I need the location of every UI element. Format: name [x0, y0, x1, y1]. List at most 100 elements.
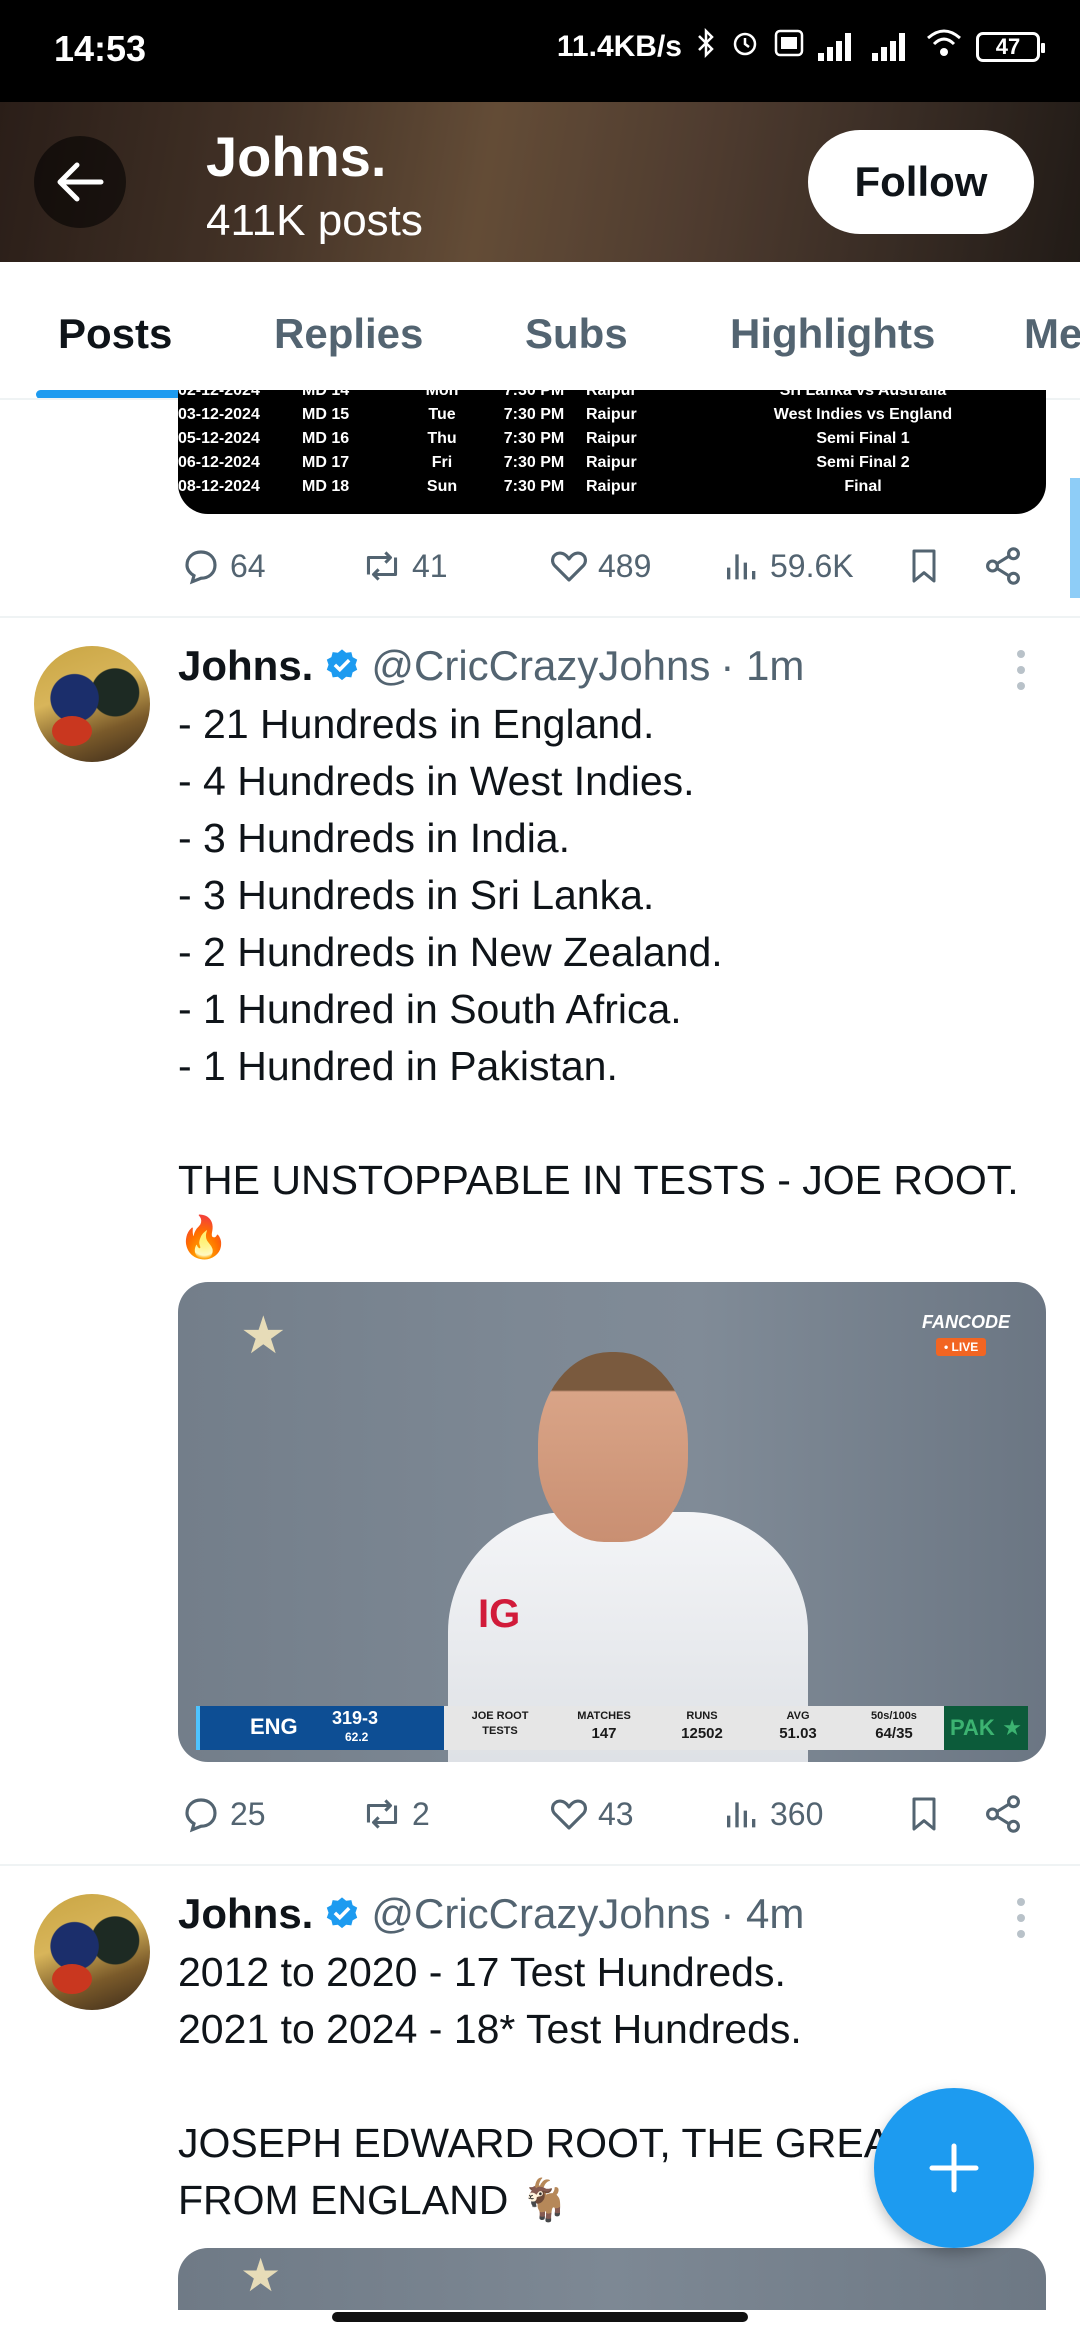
profile-name: Johns.: [206, 125, 387, 188]
divider: [0, 616, 1080, 618]
table-cell: Mon: [425, 390, 459, 399]
reply-count: 64: [230, 547, 266, 584]
bookmark-icon: [912, 1797, 936, 1831]
share-button[interactable]: [982, 536, 1024, 596]
author-handle[interactable]: @CricCrazyJohns: [371, 1890, 710, 1938]
tweet-header: Johns. @CricCrazyJohns · 1m: [178, 638, 804, 694]
profile-tabs: Posts Replies Subs Highlights Me: [0, 262, 1080, 400]
bar-chart-icon: [727, 554, 756, 580]
reply-button[interactable]: 25: [180, 1784, 266, 1844]
table-cell: 03-12-2024: [178, 406, 260, 423]
tab-posts[interactable]: Posts: [58, 310, 172, 358]
reply-count: 25: [230, 1795, 266, 1832]
table-cell: Raipur: [586, 390, 637, 399]
opponent-name: PAK: [950, 1715, 995, 1740]
stat-label: JOE ROOT: [471, 1710, 529, 1722]
bookmark-button[interactable]: [904, 1784, 944, 1844]
table-cell: Raipur: [586, 478, 637, 495]
stat-label: 50s/100s: [871, 1710, 917, 1722]
repost-button[interactable]: 41: [360, 536, 448, 596]
bookmark-button[interactable]: [904, 536, 944, 596]
author-name[interactable]: Johns.: [178, 1890, 313, 1938]
reply-button[interactable]: 64: [180, 536, 266, 596]
table-cell: 7:30 PM: [503, 454, 565, 471]
tweet-media[interactable]: ★: [178, 2248, 1046, 2310]
tab-indicator: [36, 390, 196, 398]
views-count: 59.6K: [770, 547, 854, 584]
avatar[interactable]: [34, 1894, 150, 2010]
bluetooth-icon: [696, 27, 716, 66]
wifi-icon: [926, 28, 962, 66]
verified-badge-icon: [327, 1897, 358, 1929]
more-options-button[interactable]: [1014, 650, 1028, 690]
table-cell: MD 17: [302, 454, 350, 471]
signal-2-icon: [872, 33, 912, 61]
tab-replies[interactable]: Replies: [274, 310, 423, 358]
share-button[interactable]: [982, 1784, 1024, 1844]
repost-count: 2: [412, 1795, 430, 1832]
author-name[interactable]: Johns.: [178, 642, 313, 690]
table-cell: Fri: [431, 454, 453, 471]
table-cell: MD 14: [302, 390, 350, 399]
avatar[interactable]: [34, 646, 150, 762]
schedule-image[interactable]: 02-12-2024 MD 14 Mon 7:30 PM Raipur Sri Lanka…: [178, 390, 1046, 514]
stat-value: 12502: [681, 1725, 723, 1742]
post1-actions: 64 41 489 59.6K: [178, 536, 1038, 596]
team-score: 319-3: [332, 1708, 379, 1728]
comment-icon: [185, 550, 217, 585]
shirt-logo: IG: [478, 1592, 521, 1636]
signal-1-icon: [818, 33, 858, 61]
views-button[interactable]: 360: [722, 1784, 823, 1844]
table-cell: Sun: [426, 478, 458, 495]
table-cell: Raipur: [586, 406, 637, 423]
bookmark-icon: [912, 549, 936, 583]
table-row: 03-12-2024 MD 15 Tue 7:30 PM Raipur West Indi…: [178, 406, 1046, 430]
table-cell: 7:30 PM: [503, 430, 565, 447]
repost-icon: [366, 1799, 398, 1829]
compose-button[interactable]: [874, 2088, 1034, 2248]
pakistan-star-logo: ★: [240, 2249, 282, 2301]
tweet-header: Johns. @CricCrazyJohns · 4m: [178, 1886, 804, 1942]
plus-icon: [929, 2143, 979, 2193]
table-row: 02-12-2024 MD 14 Mon 7:30 PM Raipur Sri Lanka…: [178, 390, 1046, 406]
author-handle[interactable]: @CricCrazyJohns: [371, 642, 710, 690]
broadcaster-logo: FANCODE: [922, 1312, 1011, 1332]
tab-highlights[interactable]: Highlights: [730, 310, 935, 358]
stat-value: 147: [591, 1725, 617, 1742]
overs: 62.2: [345, 1730, 369, 1744]
stat-value: 64/35: [875, 1725, 913, 1742]
table-cell: 06-12-2024: [178, 454, 260, 471]
table-cell: Tue: [428, 406, 456, 423]
timestamp: · 1m: [720, 642, 805, 689]
table-cell: 7:30 PM: [503, 478, 565, 495]
table-cell: MD 18: [302, 478, 350, 495]
tab-media[interactable]: Me: [1024, 310, 1080, 358]
post-count: 411K posts: [206, 196, 423, 245]
like-button[interactable]: 489: [548, 536, 651, 596]
table-cell: 7:30 PM: [503, 390, 565, 399]
table-cell: Semi Final 2: [816, 454, 910, 471]
more-options-button[interactable]: [1014, 1898, 1028, 1938]
table-cell: 08-12-2024: [178, 478, 260, 495]
table-cell: Thu: [427, 430, 457, 447]
like-button[interactable]: 43: [548, 1784, 634, 1844]
star-icon: ★: [1002, 1715, 1022, 1740]
follow-button[interactable]: Follow: [808, 130, 1034, 234]
like-count: 43: [598, 1795, 634, 1832]
table-cell: Raipur: [586, 430, 637, 447]
scrollbar[interactable]: [1070, 478, 1080, 598]
team-name: ENG: [250, 1714, 298, 1739]
live-badge: • LIVE: [936, 1338, 987, 1356]
tweet-media[interactable]: ★ FANCODE • LIVE IG ENG 319-3 62.2 JOE R…: [178, 1282, 1046, 1762]
table-cell: Sri Lanka vs Australia: [779, 390, 947, 399]
stat-value: 51.03: [779, 1725, 817, 1742]
table-cell: 02-12-2024: [178, 390, 260, 399]
bar-chart-icon: [727, 1802, 756, 1828]
table-cell: Final: [844, 478, 882, 495]
views-button[interactable]: 59.6K: [722, 536, 854, 596]
home-indicator[interactable]: [332, 2312, 748, 2322]
table-row: 06-12-2024 MD 17 Fri 7:30 PM Raipur Semi Fina…: [178, 454, 1046, 478]
tab-subs[interactable]: Subs: [525, 310, 628, 358]
repost-button[interactable]: 2: [360, 1784, 430, 1844]
back-button[interactable]: [34, 136, 126, 228]
